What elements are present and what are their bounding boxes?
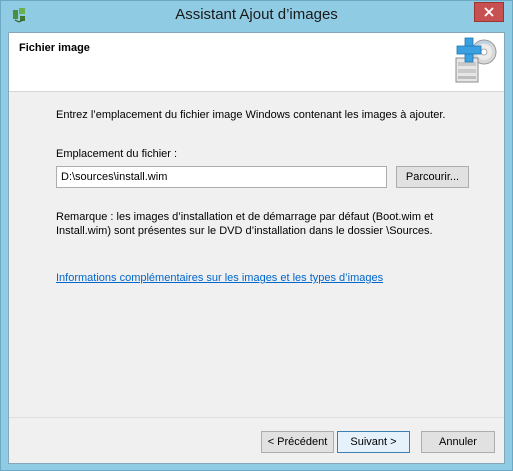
add-image-disc-icon xyxy=(455,37,497,83)
instruction-text: Entrez l’emplacement du fichier image Wi… xyxy=(56,109,446,121)
note-line-1: Remarque : les images d’installation et … xyxy=(56,211,434,223)
footer-divider xyxy=(9,417,504,418)
file-path-input[interactable] xyxy=(56,166,387,188)
note-line-2: Install.wim) sont présentes sur le DVD d… xyxy=(56,225,433,237)
page-title: Fichier image xyxy=(19,42,90,54)
path-label: Emplacement du fichier : xyxy=(56,148,178,160)
close-button[interactable] xyxy=(474,2,504,22)
wizard-header: Fichier image xyxy=(9,33,504,92)
back-button[interactable]: < Précédent xyxy=(261,431,334,453)
window-title: Assistant Ajout d’images xyxy=(175,6,338,23)
close-icon xyxy=(484,7,494,17)
wizard-client-area: Fichier image Entrez l’emplacement du fi… xyxy=(8,32,505,464)
more-info-link[interactable]: Informations complémentaires sur les ima… xyxy=(56,272,383,284)
wizard-window: Assistant Ajout d’images Fichier image E… xyxy=(0,0,513,471)
browse-button[interactable]: Parcourir... xyxy=(396,166,469,188)
title-bar[interactable]: Assistant Ajout d’images xyxy=(1,1,512,32)
cancel-button[interactable]: Annuler xyxy=(421,431,495,453)
next-button[interactable]: Suivant > xyxy=(337,431,410,453)
